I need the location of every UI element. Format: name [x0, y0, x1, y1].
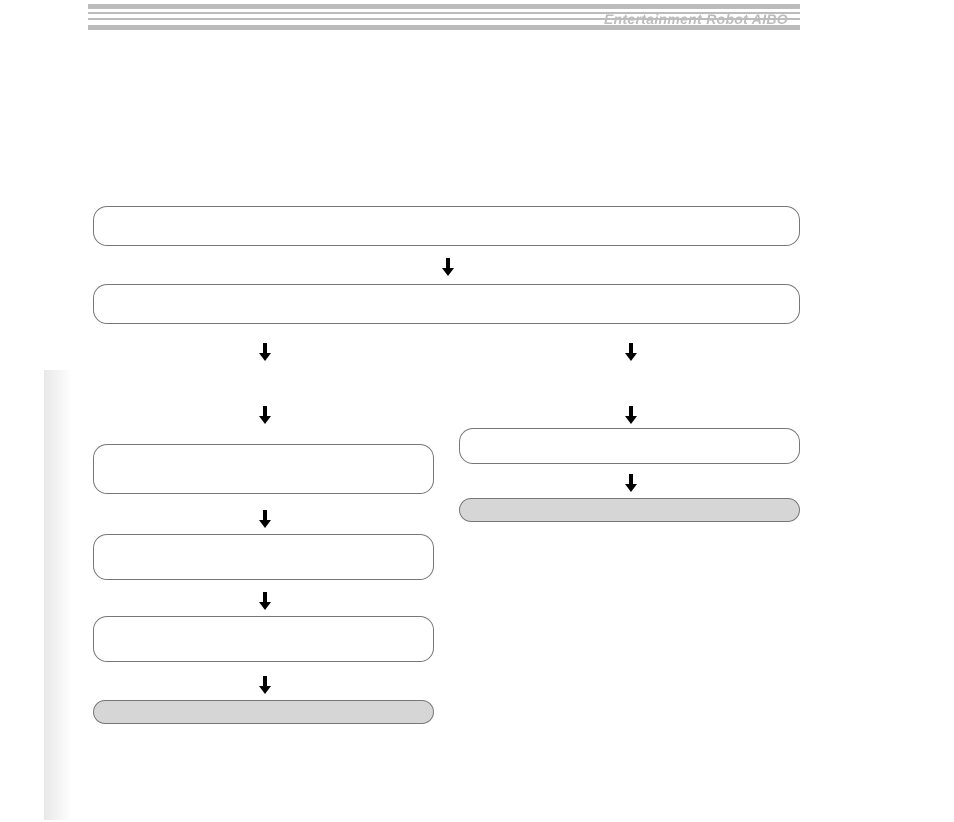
arrow-down-icon [258, 406, 272, 424]
flow-box-left-end [93, 700, 434, 724]
arrow-down-icon [624, 406, 638, 424]
arrow-down-icon [624, 474, 638, 492]
header-bar: Entertainment Robot AIBO [88, 4, 800, 30]
flow-box-left-a [93, 444, 434, 494]
flow-box-right-a [459, 428, 800, 464]
arrow-down-icon [258, 676, 272, 694]
arrow-down-icon [258, 592, 272, 610]
arrow-down-icon [258, 343, 272, 361]
arrow-down-icon [441, 258, 455, 276]
flow-box-top-1 [93, 206, 800, 246]
side-gradient [44, 370, 72, 820]
header-title: Entertainment Robot AIBO [604, 11, 788, 27]
flow-box-top-2 [93, 284, 800, 324]
flow-box-right-end [459, 498, 800, 522]
arrow-down-icon [258, 510, 272, 528]
flow-box-left-c [93, 616, 434, 662]
flow-box-left-b [93, 534, 434, 580]
arrow-down-icon [624, 343, 638, 361]
